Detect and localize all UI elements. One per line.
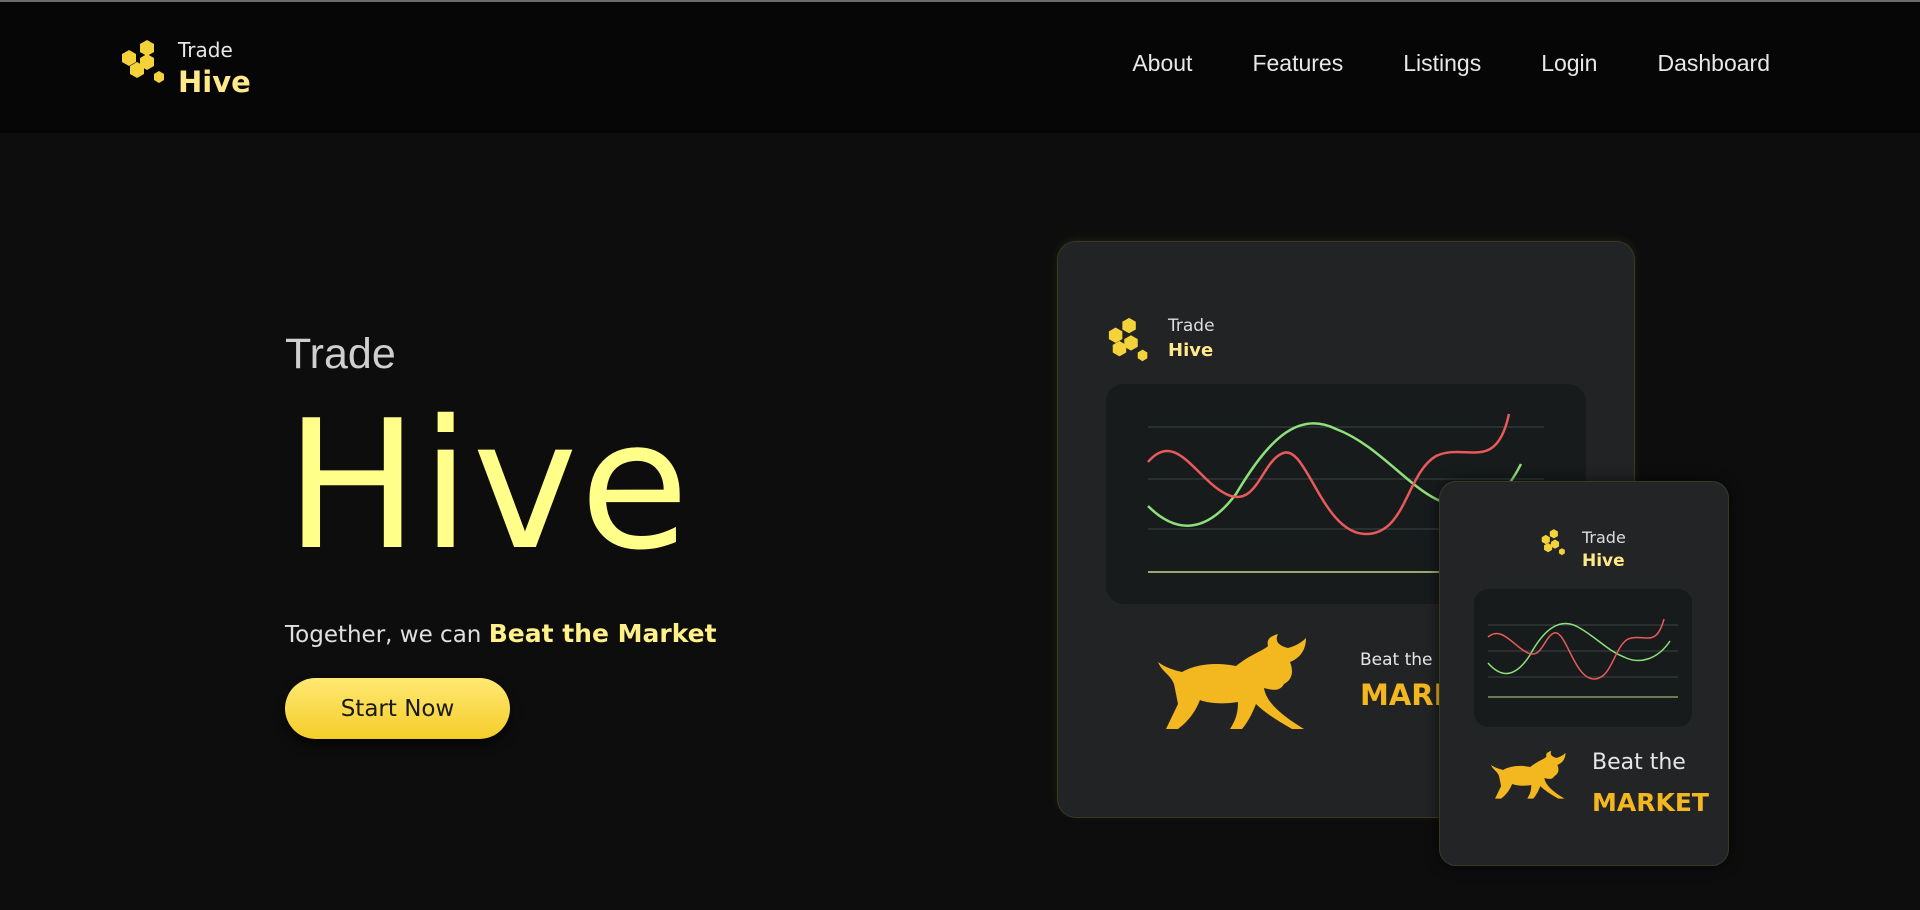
card-logo: Trade Hive [1106,316,1215,366]
nav-dashboard[interactable]: Dashboard [1657,50,1770,77]
mini-card-logo: Trade Hive [1540,528,1626,571]
card-beat-text: Beat the [1360,650,1433,670]
bull-icon [1158,634,1306,729]
honeycomb-icon [1541,529,1565,556]
hero-tagline: Together, we can Beat the Market [285,619,717,648]
logo-text-small: Trade [178,38,233,62]
mini-line-chart-illustration [1487,618,1678,698]
nav-features[interactable]: Features [1252,50,1343,77]
nav-about[interactable]: About [1132,50,1192,77]
honeycomb-icon [1108,317,1148,362]
mini-card-logo-big: Hive [1582,551,1625,571]
site-logo[interactable]: Trade Hive [118,36,251,97]
hero-title-small: Trade [285,330,396,378]
mini-card-beat-text: Beat the [1592,750,1686,775]
nav-login[interactable]: Login [1541,50,1597,77]
start-now-button[interactable]: Start Now [285,678,510,739]
hero-section: Trade Hive Together, we can Beat the Mar… [285,330,717,739]
tagline-prefix: Together, we can [285,622,489,648]
hero-title-big: Hive [285,382,692,589]
mini-bull-icon [1491,750,1566,799]
main-nav: About Features Listings Login Dashboard [1072,50,1770,77]
honeycomb-icon [122,40,164,83]
tagline-highlight: Beat the Market [488,619,717,648]
site-header: Trade Hive About Features Listings Login… [0,2,1920,133]
logo-text-big: Hive [178,65,251,99]
mini-card-logo-small: Trade [1582,528,1626,547]
card-logo-small: Trade [1168,316,1215,336]
mini-card-market-text: MARKET [1592,788,1709,817]
preview-card-mobile: Trade Hive Beat the MARKET [1440,482,1728,865]
mini-chart-panel [1474,589,1692,727]
card-logo-big: Hive [1168,340,1214,361]
nav-listings[interactable]: Listings [1403,50,1481,77]
